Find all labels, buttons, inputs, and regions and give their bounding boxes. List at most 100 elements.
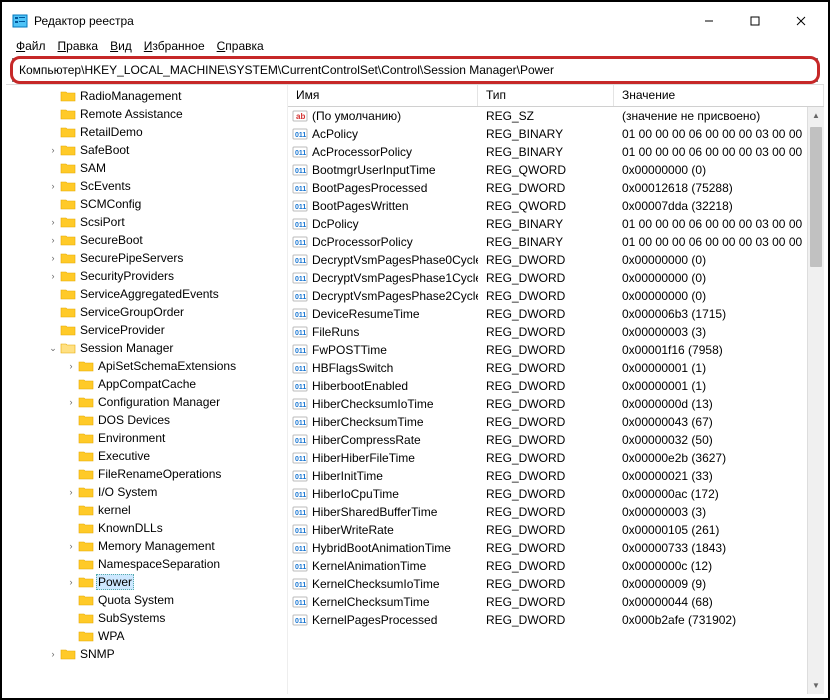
list-row[interactable]: 011AcProcessorPolicyREG_BINARY01 00 00 0… xyxy=(288,143,824,161)
list-row[interactable]: 011KernelAnimationTimeREG_DWORD0x0000000… xyxy=(288,557,824,575)
list-panel: Имя Тип Значение ab(По умолчанию)REG_SZ(… xyxy=(288,85,824,694)
tree-label: FileRenameOperations xyxy=(96,467,223,481)
address-bar[interactable] xyxy=(12,58,818,82)
col-header-type[interactable]: Тип xyxy=(478,85,614,106)
value-data: 01 00 00 00 06 00 00 00 03 00 00 xyxy=(614,217,824,231)
scroll-thumb[interactable] xyxy=(810,127,822,267)
scroll-down-button[interactable]: ▼ xyxy=(808,677,824,694)
tree-item[interactable]: SAM xyxy=(6,159,287,177)
expand-icon[interactable]: › xyxy=(64,397,78,407)
tree-label: NamespaceSeparation xyxy=(96,557,222,571)
list-row[interactable]: 011FwPOSTTimeREG_DWORD0x00001f16 (7958) xyxy=(288,341,824,359)
close-button[interactable] xyxy=(778,6,824,36)
scroll-up-button[interactable]: ▲ xyxy=(808,107,824,124)
tree-item[interactable]: ›SNMP xyxy=(6,645,287,663)
list-body[interactable]: ab(По умолчанию)REG_SZ(значение не присв… xyxy=(288,107,824,629)
expand-icon[interactable]: › xyxy=(64,361,78,371)
tree-item[interactable]: RetailDemo xyxy=(6,123,287,141)
tree-item[interactable]: ServiceGroupOrder xyxy=(6,303,287,321)
tree-item[interactable]: SCMConfig xyxy=(6,195,287,213)
tree-item[interactable]: Quota System xyxy=(6,591,287,609)
expand-icon[interactable]: › xyxy=(46,271,60,281)
expand-icon[interactable]: › xyxy=(64,487,78,497)
menu-item[interactable]: Избранное xyxy=(140,38,209,54)
expand-icon[interactable]: › xyxy=(46,217,60,227)
expand-icon[interactable]: › xyxy=(46,235,60,245)
tree-item[interactable]: kernel xyxy=(6,501,287,519)
tree-item[interactable]: ›Configuration Manager xyxy=(6,393,287,411)
list-row[interactable]: 011HBFlagsSwitchREG_DWORD0x00000001 (1) xyxy=(288,359,824,377)
tree-item[interactable]: WPA xyxy=(6,627,287,645)
tree-item[interactable]: ›ScsiPort xyxy=(6,213,287,231)
expand-icon[interactable]: › xyxy=(64,577,78,587)
tree-item[interactable]: ›Power xyxy=(6,573,287,591)
list-row[interactable]: 011DcProcessorPolicyREG_BINARY01 00 00 0… xyxy=(288,233,824,251)
tree-item[interactable]: Remote Assistance xyxy=(6,105,287,123)
tree-item[interactable]: ServiceAggregatedEvents xyxy=(6,285,287,303)
tree-item[interactable]: ›SafeBoot xyxy=(6,141,287,159)
menu-item[interactable]: Вид xyxy=(106,38,136,54)
tree-item[interactable]: DOS Devices xyxy=(6,411,287,429)
tree-item[interactable]: FileRenameOperations xyxy=(6,465,287,483)
tree-item[interactable]: Environment xyxy=(6,429,287,447)
tree-item[interactable]: ⌄Session Manager xyxy=(6,339,287,357)
list-row[interactable]: 011FileRunsREG_DWORD0x00000003 (3) xyxy=(288,323,824,341)
tree-panel[interactable]: RadioManagementRemote AssistanceRetailDe… xyxy=(6,85,288,694)
list-row[interactable]: 011HiberWriteRateREG_DWORD0x00000105 (26… xyxy=(288,521,824,539)
expand-icon[interactable]: › xyxy=(64,541,78,551)
scrollbar[interactable]: ▲ ▼ xyxy=(807,107,824,694)
list-row[interactable]: 011HiberbootEnabledREG_DWORD0x00000001 (… xyxy=(288,377,824,395)
maximize-button[interactable] xyxy=(732,6,778,36)
list-row[interactable]: 011HiberIoCpuTimeREG_DWORD0x000000ac (17… xyxy=(288,485,824,503)
list-row[interactable]: 011HiberChecksumTimeREG_DWORD0x00000043 … xyxy=(288,413,824,431)
tree-item[interactable]: KnownDLLs xyxy=(6,519,287,537)
tree-item[interactable]: ›ScEvents xyxy=(6,177,287,195)
list-row[interactable]: 011AcPolicyREG_BINARY01 00 00 00 06 00 0… xyxy=(288,125,824,143)
tree-item[interactable]: AppCompatCache xyxy=(6,375,287,393)
col-header-name[interactable]: Имя xyxy=(288,85,478,106)
list-row[interactable]: 011KernelPagesProcessedREG_DWORD0x000b2a… xyxy=(288,611,824,629)
list-row[interactable]: 011HiberInitTimeREG_DWORD0x00000021 (33) xyxy=(288,467,824,485)
value-name: HiberIoCpuTime xyxy=(312,487,399,501)
list-row[interactable]: 011DcPolicyREG_BINARY01 00 00 00 06 00 0… xyxy=(288,215,824,233)
expand-icon[interactable]: › xyxy=(46,145,60,155)
tree-item[interactable]: SubSystems xyxy=(6,609,287,627)
expand-icon[interactable]: ⌄ xyxy=(46,343,60,354)
list-row[interactable]: 011HiberChecksumIoTimeREG_DWORD0x0000000… xyxy=(288,395,824,413)
tree-item[interactable]: ›SecurityProviders xyxy=(6,267,287,285)
list-row[interactable]: 011BootPagesWrittenREG_QWORD0x00007dda (… xyxy=(288,197,824,215)
tree-item[interactable]: NamespaceSeparation xyxy=(6,555,287,573)
col-header-value[interactable]: Значение xyxy=(614,85,824,106)
list-row[interactable]: 011HiberSharedBufferTimeREG_DWORD0x00000… xyxy=(288,503,824,521)
list-row[interactable]: 011BootmgrUserInputTimeREG_QWORD0x000000… xyxy=(288,161,824,179)
menu-item[interactable]: Файл xyxy=(12,38,50,54)
expand-icon[interactable]: › xyxy=(46,649,60,659)
list-row[interactable]: ab(По умолчанию)REG_SZ(значение не присв… xyxy=(288,107,824,125)
expand-icon[interactable]: › xyxy=(46,253,60,263)
tree-label: SubSystems xyxy=(96,611,167,625)
menu-item[interactable]: Правка xyxy=(54,38,103,54)
expand-icon[interactable]: › xyxy=(46,181,60,191)
tree-item[interactable]: ServiceProvider xyxy=(6,321,287,339)
list-row[interactable]: 011BootPagesProcessedREG_DWORD0x00012618… xyxy=(288,179,824,197)
tree-item[interactable]: ›SecureBoot xyxy=(6,231,287,249)
list-row[interactable]: 011HiberHiberFileTimeREG_DWORD0x00000e2b… xyxy=(288,449,824,467)
list-row[interactable]: 011DecryptVsmPagesPhase0CyclesREG_DWORD0… xyxy=(288,251,824,269)
tree-item[interactable]: ›Memory Management xyxy=(6,537,287,555)
minimize-button[interactable] xyxy=(686,6,732,36)
list-row[interactable]: 011KernelChecksumTimeREG_DWORD0x00000044… xyxy=(288,593,824,611)
list-row[interactable]: 011HybridBootAnimationTimeREG_DWORD0x000… xyxy=(288,539,824,557)
menu-item[interactable]: Справка xyxy=(213,38,268,54)
tree-item[interactable]: RadioManagement xyxy=(6,87,287,105)
tree-item[interactable]: › ApiSetSchemaExtensions xyxy=(6,357,287,375)
list-row[interactable]: 011HiberCompressRateREG_DWORD0x00000032 … xyxy=(288,431,824,449)
list-row[interactable]: 011DeviceResumeTimeREG_DWORD0x000006b3 (… xyxy=(288,305,824,323)
tree-item[interactable]: ›SecurePipeServers xyxy=(6,249,287,267)
list-row[interactable]: 011KernelChecksumIoTimeREG_DWORD0x000000… xyxy=(288,575,824,593)
list-row[interactable]: 011DecryptVsmPagesPhase2CyclesREG_DWORD0… xyxy=(288,287,824,305)
window-title: Редактор реестра xyxy=(34,14,686,28)
tree-label: ApiSetSchemaExtensions xyxy=(96,359,238,373)
tree-item[interactable]: ›I/O System xyxy=(6,483,287,501)
list-row[interactable]: 011DecryptVsmPagesPhase1CyclesREG_DWORD0… xyxy=(288,269,824,287)
tree-item[interactable]: Executive xyxy=(6,447,287,465)
